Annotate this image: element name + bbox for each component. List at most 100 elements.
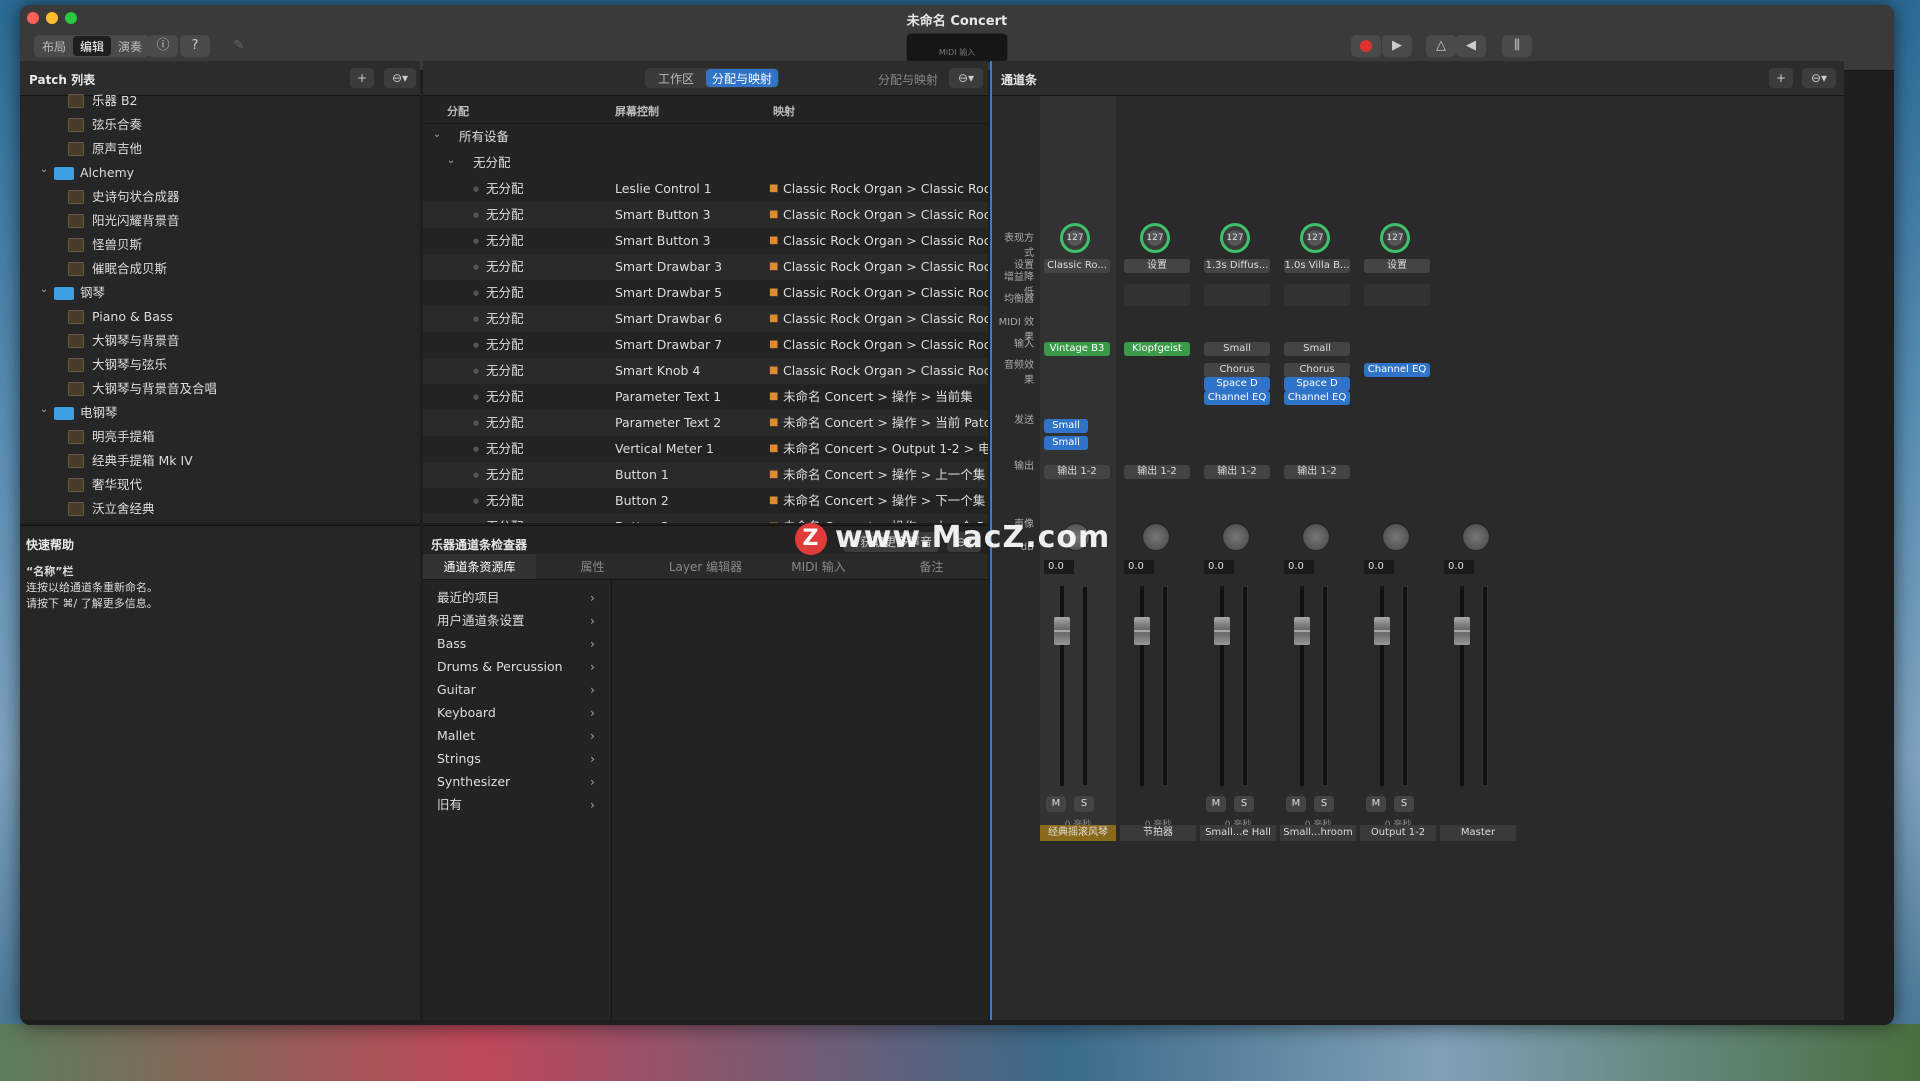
audio-fx-slot[interactable]: Channel EQ (1364, 363, 1430, 377)
send-slot[interactable]: Small (1044, 419, 1088, 433)
table-row[interactable]: ● 无分配 Button 2 ■ 未命名 Concert > 操作 > 下一个集 (423, 488, 988, 514)
audio-fx-slot[interactable]: Space D (1284, 377, 1350, 391)
channel-strip[interactable]: 127 Classic Ro... Vintage B3 Small Small 输出 1… (1040, 96, 1116, 841)
pan-knob[interactable] (1382, 523, 1410, 551)
pan-knob[interactable] (1462, 523, 1490, 551)
pan-knob[interactable] (1302, 523, 1330, 551)
channel-strip[interactable]: 127 1.0s Villa B... Small Chorus Space D Chan… (1280, 96, 1356, 841)
chevron-down-icon[interactable]: ⌄ (445, 148, 457, 174)
mute-button[interactable]: M (1366, 796, 1386, 812)
inspector-tab[interactable]: Layer 编辑器 (649, 554, 762, 579)
mapping-options-button[interactable]: ⊖▾ (949, 68, 983, 88)
audio-fx-slot[interactable]: Channel EQ (1204, 391, 1270, 405)
lcd-display[interactable]: MIDI 输入 (906, 33, 1008, 63)
setting-button[interactable]: Classic Ro... (1044, 259, 1110, 273)
patch-folder[interactable]: ⌄ 钢琴 (20, 281, 408, 305)
workspace-tabs[interactable]: 工作区 分配与映射 (645, 68, 780, 88)
table-row[interactable]: ● 无分配 Smart Button 3 ■ Classic Rock Organ > … (423, 202, 988, 228)
patch-item[interactable]: 奢华现代 (20, 473, 408, 497)
inspector-tab[interactable]: 通道条资源库 (423, 554, 536, 579)
volume-fader[interactable] (1454, 617, 1470, 645)
patch-item[interactable]: 大钢琴与背景音及合唱 (20, 377, 408, 401)
solo-button[interactable]: S (1234, 796, 1254, 812)
metronome-button[interactable]: △ (1426, 35, 1456, 57)
table-row[interactable]: ● 无分配 Vertical Meter 1 ■ 未命名 Concert > Outpu… (423, 436, 988, 462)
input-slot[interactable]: Small (1284, 342, 1350, 356)
patch-item[interactable]: 催眠合成贝斯 (20, 257, 408, 281)
mute-button[interactable]: M (1206, 796, 1226, 812)
mode-segmented-control[interactable]: 布局 编辑 演奏 (34, 35, 151, 57)
add-patch-button[interactable]: + (350, 68, 374, 88)
patch-item[interactable]: 明亮手提箱 (20, 425, 408, 449)
table-row[interactable]: ● 无分配 Smart Knob 4 ■ Classic Rock Organ > Cl… (423, 358, 988, 384)
channel-name[interactable]: 节拍器 (1120, 825, 1196, 841)
eq-display[interactable] (1124, 284, 1190, 306)
chevron-down-icon[interactable]: ⌄ (38, 278, 50, 302)
input-slot[interactable]: Klopfgeist (1124, 342, 1190, 356)
table-row[interactable]: ● 无分配 Button 1 ■ 未命名 Concert > 操作 > 上一个集 (423, 462, 988, 488)
patch-item[interactable]: 大钢琴与背景音 (20, 329, 408, 353)
mode-layout[interactable]: 布局 (35, 36, 73, 56)
patch-folder[interactable]: ⌄ 电钢琴 (20, 401, 408, 425)
velocity-knob[interactable]: 127 (1380, 223, 1410, 253)
table-row[interactable]: ● 无分配 Leslie Control 1 ■ Classic Rock Organ … (423, 176, 988, 202)
velocity-knob[interactable]: 127 (1140, 223, 1170, 253)
setting-button[interactable]: 1.0s Villa B... (1284, 259, 1350, 273)
output-slot[interactable]: 输出 1-2 (1204, 465, 1270, 479)
solo-button[interactable]: S (1074, 796, 1094, 812)
chevron-down-icon[interactable]: ⌄ (431, 124, 443, 148)
chevron-down-icon[interactable]: ⌄ (38, 398, 50, 422)
table-row[interactable]: ● 无分配 Parameter Text 2 ■ 未命名 Concert > 操作 > … (423, 410, 988, 436)
volume-fader[interactable] (1214, 617, 1230, 645)
table-row[interactable]: ● 无分配 Smart Drawbar 3 ■ Classic Rock Organ >… (423, 254, 988, 280)
channel-strip[interactable]: 127设置Channel EQ0.0MS0 毫秒Output 1-2 (1360, 96, 1436, 841)
col-assign[interactable]: 分配 (447, 103, 469, 119)
table-row[interactable]: ● 无分配 Smart Drawbar 5 ■ Classic Rock Organ >… (423, 280, 988, 306)
col-mapping[interactable]: 映射 (773, 103, 795, 119)
channel-name[interactable]: Master (1440, 825, 1516, 841)
input-slot[interactable]: Vintage B3 (1044, 342, 1110, 356)
pan-knob[interactable] (1222, 523, 1250, 551)
speaker-button[interactable]: ◀ (1456, 35, 1486, 57)
play-button[interactable]: ▶ (1382, 35, 1412, 57)
chevron-down-icon[interactable]: ⌄ (38, 158, 50, 182)
audio-fx-slot[interactable]: Channel EQ (1284, 391, 1350, 405)
table-row[interactable]: ● 无分配 Smart Drawbar 6 ■ Classic Rock Organ >… (423, 306, 988, 332)
eq-display[interactable] (1044, 284, 1110, 306)
volume-fader[interactable] (1134, 617, 1150, 645)
help-icon[interactable]: ? (180, 35, 210, 57)
patch-item[interactable]: 沃立舍现代 (20, 521, 408, 523)
inspector-tab[interactable]: MIDI 输入 (762, 554, 875, 579)
db-readout[interactable]: 0.0 (1204, 560, 1234, 574)
tab-workspace[interactable]: 工作区 (646, 69, 706, 87)
tab-assign-map[interactable]: 分配与映射 (706, 69, 779, 87)
patch-item[interactable]: 沃立舍经典 (20, 497, 408, 521)
eq-display[interactable] (1364, 284, 1430, 306)
pan-knob[interactable] (1142, 523, 1170, 551)
mute-button[interactable]: M (1046, 796, 1066, 812)
patch-item[interactable]: 史诗句状合成器 (20, 185, 408, 209)
table-row[interactable]: ● 无分配 Parameter Text 1 ■ 未命名 Concert > 操作 > … (423, 384, 988, 410)
output-slot[interactable]: 输出 1-2 (1044, 465, 1110, 479)
solo-button[interactable]: S (1314, 796, 1334, 812)
patch-item[interactable]: 大钢琴与弦乐 (20, 353, 408, 377)
eq-display[interactable] (1204, 284, 1270, 306)
db-readout[interactable]: 0.0 (1284, 560, 1314, 574)
solo-button[interactable]: S (1394, 796, 1414, 812)
patch-folder[interactable]: ⌄ Alchemy (20, 161, 408, 185)
audio-fx-slot[interactable]: Space D (1204, 377, 1270, 391)
channel-name[interactable]: Output 1-2 (1360, 825, 1436, 841)
mute-button[interactable]: M (1286, 796, 1306, 812)
db-readout[interactable]: 0.0 (1124, 560, 1154, 574)
tuner-icon[interactable]: ✎ (224, 35, 254, 57)
channel-name[interactable]: 经典摇滚风琴 (1040, 825, 1116, 841)
record-button[interactable] (1351, 35, 1381, 57)
volume-fader[interactable] (1054, 617, 1070, 645)
group-all-devices[interactable]: ⌄ 所有设备 (423, 124, 988, 150)
db-readout[interactable]: 0.0 (1444, 560, 1474, 574)
patch-item[interactable]: 原声吉他 (20, 137, 408, 161)
patch-options-button[interactable]: ⊖▾ (384, 68, 416, 88)
mixer-options-button[interactable]: ⊖▾ (1802, 68, 1836, 88)
input-slot[interactable]: Small (1204, 342, 1270, 356)
setting-button[interactable]: 设置 (1364, 259, 1430, 273)
